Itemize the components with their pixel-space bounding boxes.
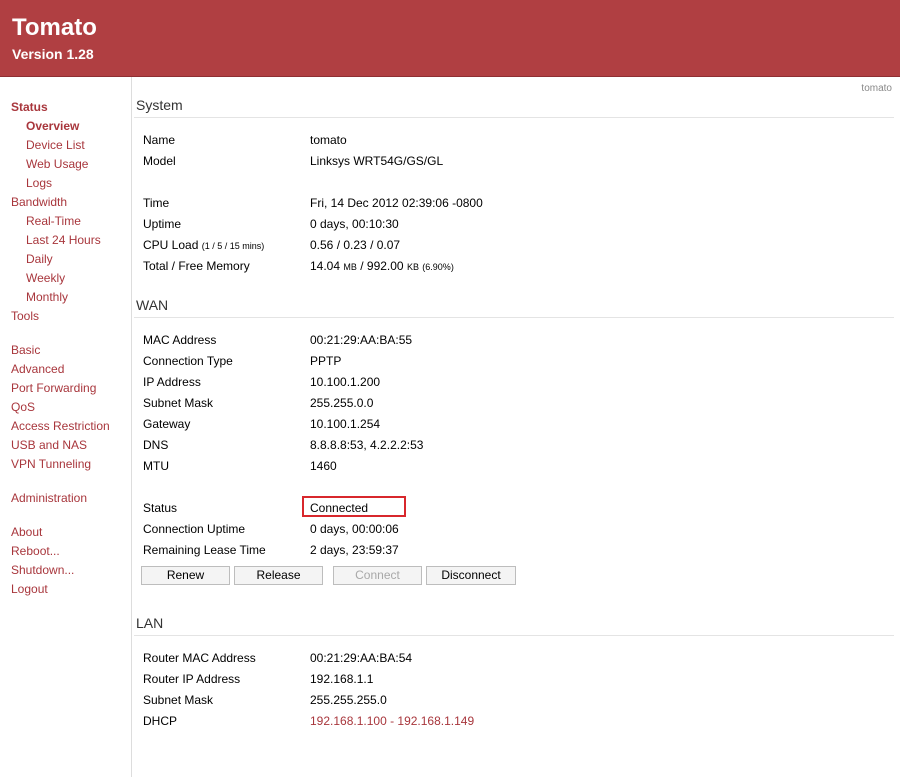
- system-name-label: Name: [143, 133, 176, 147]
- nav-basic[interactable]: Basic: [11, 341, 40, 360]
- wan-gateway-value: 10.100.1.254: [310, 417, 381, 431]
- memory-total-unit: MB: [343, 262, 357, 272]
- cpu-load-15: 0.07: [376, 238, 401, 252]
- connect-button[interactable]: Connect: [333, 566, 422, 585]
- app-header: Tomato Version 1.28: [0, 0, 900, 77]
- nav-logout[interactable]: Logout: [11, 580, 48, 599]
- system-time-value: Fri, 14 Dec 2012 02:39:06 -0800: [310, 196, 483, 210]
- nav-bandwidth[interactable]: Bandwidth: [11, 193, 67, 212]
- wan-subnet-label: Subnet Mask: [143, 396, 214, 410]
- system-time-label: Time: [143, 196, 170, 210]
- cpu-load-label-text: CPU Load: [143, 238, 199, 252]
- cpu-load-sublabel: (1 / 5 / 15 mins): [201, 241, 265, 251]
- wan-lease-value: 2 days, 23:59:37: [310, 543, 399, 557]
- hostname-label: tomato: [861, 83, 892, 94]
- wan-gateway-label: Gateway: [143, 417, 191, 431]
- wan-dns-label: DNS: [143, 438, 169, 452]
- sidebar-nav: Status Overview Device List Web Usage Lo…: [0, 77, 132, 777]
- lan-subnet-label: Subnet Mask: [143, 693, 214, 707]
- wan-lease-label: Remaining Lease Time: [143, 543, 266, 557]
- nav-overview[interactable]: Overview: [26, 117, 79, 136]
- nav-port-forwarding[interactable]: Port Forwarding: [11, 379, 96, 398]
- wan-dns-value: 8.8.8.8:53, 4.2.2.2:53: [310, 438, 424, 452]
- section-title-system: System: [136, 97, 183, 113]
- nav-shutdown[interactable]: Shutdown...: [11, 561, 74, 580]
- section-title-lan: LAN: [136, 615, 164, 631]
- nav-weekly[interactable]: Weekly: [26, 269, 65, 288]
- nav-administration[interactable]: Administration: [11, 489, 87, 508]
- nav-logs[interactable]: Logs: [26, 174, 52, 193]
- nav-device-list[interactable]: Device List: [26, 136, 85, 155]
- nav-tools[interactable]: Tools: [11, 307, 39, 326]
- status-highlight-box: [302, 496, 406, 517]
- app-title: Tomato: [12, 14, 97, 41]
- wan-type-label: Connection Type: [143, 354, 233, 368]
- lan-dhcp-link[interactable]: 192.168.1.100 - 192.168.1.149: [310, 713, 474, 729]
- nav-realtime[interactable]: Real-Time: [26, 212, 81, 231]
- nav-usb-nas[interactable]: USB and NAS: [11, 436, 87, 455]
- memory-free-unit: KB: [406, 262, 419, 272]
- wan-mtu-value: 1460: [310, 459, 337, 473]
- disconnect-button[interactable]: Disconnect: [426, 566, 516, 585]
- section-title-wan: WAN: [136, 297, 169, 313]
- wan-conn-uptime-value: 0 days, 00:00:06: [310, 522, 399, 536]
- nav-status[interactable]: Status: [11, 98, 48, 117]
- wan-mac-label: MAC Address: [143, 333, 217, 347]
- wan-status-label: Status: [143, 501, 178, 515]
- lan-subnet-value: 255.255.255.0: [310, 693, 387, 707]
- cpu-load-1: 0.56: [310, 238, 334, 252]
- system-uptime-value: 0 days, 00:10:30: [310, 217, 399, 231]
- nav-vpn-tunneling[interactable]: VPN Tunneling: [11, 455, 91, 474]
- lan-ip-value: 192.168.1.1: [310, 672, 374, 686]
- memory-free: 992.00: [366, 259, 404, 273]
- system-uptime-label: Uptime: [143, 217, 182, 231]
- nav-advanced[interactable]: Advanced: [11, 360, 64, 379]
- system-name-value: tomato: [310, 133, 347, 147]
- memory-value: 14.04 MB / 992.00 KB (6.90%): [310, 259, 454, 273]
- app-version: Version 1.28: [12, 46, 94, 62]
- lan-mac-value: 00:21:29:AA:BA:54: [310, 651, 413, 665]
- nav-monthly[interactable]: Monthly: [26, 288, 68, 307]
- wan-mtu-label: MTU: [143, 459, 169, 473]
- renew-button[interactable]: Renew: [141, 566, 230, 585]
- lan-dhcp-label: DHCP: [143, 714, 178, 728]
- cpu-load-5: 0.23: [343, 238, 367, 252]
- section-divider: [134, 117, 894, 118]
- memory-percent: (6.90%): [422, 262, 454, 272]
- wan-conn-uptime-label: Connection Uptime: [143, 522, 246, 536]
- wan-ip-value: 10.100.1.200: [310, 375, 381, 389]
- nav-last24[interactable]: Last 24 Hours: [26, 231, 101, 250]
- lan-ip-label: Router IP Address: [143, 672, 241, 686]
- cpu-load-value: 0.56 / 0.23 / 0.07: [310, 238, 401, 252]
- system-model-value: Linksys WRT54G/GS/GL: [310, 154, 444, 168]
- memory-label: Total / Free Memory: [143, 259, 250, 273]
- wan-mac-value: 00:21:29:AA:BA:55: [310, 333, 413, 347]
- lan-mac-label: Router MAC Address: [143, 651, 256, 665]
- wan-type-value: PPTP: [310, 354, 342, 368]
- release-button[interactable]: Release: [234, 566, 323, 585]
- cpu-load-label: CPU Load (1 / 5 / 15 mins): [143, 237, 264, 254]
- nav-about[interactable]: About: [11, 523, 42, 542]
- nav-qos[interactable]: QoS: [11, 398, 35, 417]
- memory-total: 14.04: [310, 259, 341, 273]
- nav-web-usage[interactable]: Web Usage: [26, 155, 88, 174]
- section-divider: [134, 317, 894, 318]
- nav-reboot[interactable]: Reboot...: [11, 542, 60, 561]
- wan-subnet-value: 255.255.0.0: [310, 396, 374, 410]
- system-model-label: Model: [143, 154, 176, 168]
- nav-access-restriction[interactable]: Access Restriction: [11, 417, 110, 436]
- section-divider: [134, 635, 894, 636]
- nav-daily[interactable]: Daily: [26, 250, 53, 269]
- wan-ip-label: IP Address: [143, 375, 201, 389]
